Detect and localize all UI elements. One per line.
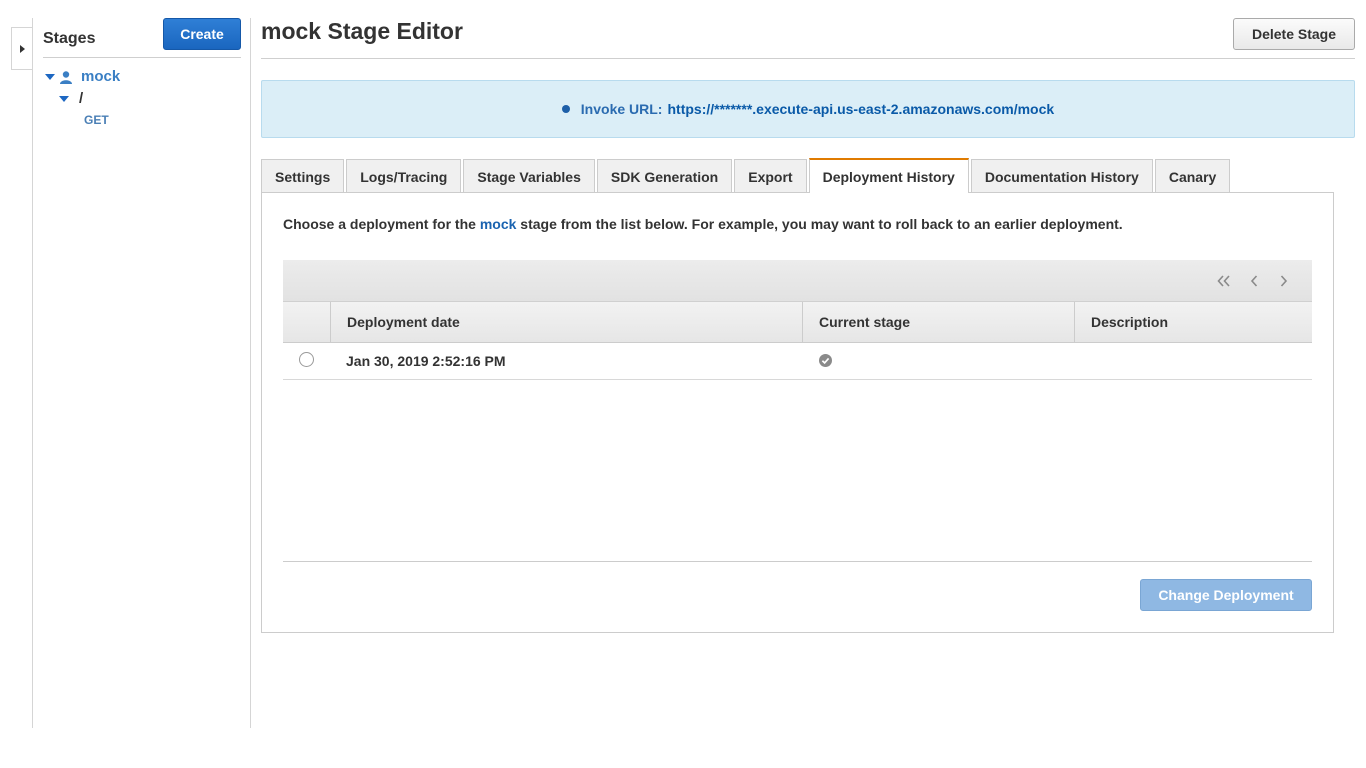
delete-stage-button[interactable]: Delete Stage [1233,18,1355,50]
table-header: Deployment date Current stage Descriptio… [283,302,1312,343]
bullet-icon [561,105,570,113]
stage-icon [60,70,72,84]
column-deployment-date[interactable]: Deployment date [330,302,802,342]
tree-item-stage[interactable]: mock [45,68,120,85]
tab-stage-variables[interactable]: Stage Variables [463,159,595,193]
stages-sidebar: Stages Create mock / GET [32,18,251,728]
tab-export[interactable]: Export [734,159,807,193]
tab-documentation-history[interactable]: Documentation History [970,159,1153,193]
sidebar-header: Stages Create [43,18,241,58]
tab-logs-tracing[interactable]: Logs/Tracing [346,159,462,193]
intro-stage-name: mock [479,216,517,232]
deployment-history-panel: Choose a deployment for the mock stage f… [261,192,1334,633]
deployments-table: Deployment date Current stage Descriptio… [283,260,1312,562]
invoke-url-link[interactable]: https://*******.execute-api.us-east-2.am… [667,101,1054,117]
tree-method-label[interactable]: GET [84,113,109,127]
sidebar-toggle[interactable] [11,27,33,70]
title-divider [261,58,1355,59]
stage-tabs: Settings Logs/Tracing Stage Variables SD… [261,158,1232,193]
intro-prefix: Choose a deployment for the [283,216,480,232]
tree-item-resource[interactable]: / [59,90,83,107]
deployment-date-cell: Jan 30, 2019 2:52:16 PM [346,353,506,369]
column-description[interactable]: Description [1074,302,1312,342]
previous-page-icon[interactable] [1246,272,1262,290]
caret-down-icon[interactable] [59,95,69,102]
tree-item-method[interactable]: GET [84,113,109,127]
intro-suffix: stage from the list below. For example, … [516,216,1123,232]
select-column-header [283,302,330,342]
tab-deployment-history[interactable]: Deployment History [808,158,969,193]
invoke-url-banner: Invoke URL: https://*******.execute-api.… [261,80,1355,138]
tree-resource-label[interactable]: / [79,90,83,107]
tab-canary[interactable]: Canary [1154,159,1231,193]
sidebar-title: Stages [43,30,96,47]
pagination [1216,272,1292,290]
page-title: mock Stage Editor [261,18,463,44]
deployment-radio[interactable] [299,352,314,367]
table-toolbar [283,260,1312,302]
caret-down-icon[interactable] [45,73,55,80]
tab-sdk-generation[interactable]: SDK Generation [596,159,733,193]
invoke-url-label: Invoke URL: [580,101,663,117]
panel-intro: Choose a deployment for the mock stage f… [283,216,1123,232]
tree-stage-label[interactable]: mock [81,68,120,85]
table-row[interactable]: Jan 30, 2019 2:52:16 PM [283,343,1312,380]
next-page-icon[interactable] [1276,272,1292,290]
column-current-stage[interactable]: Current stage [802,302,1074,342]
tab-settings[interactable]: Settings [261,159,345,193]
chevron-right-icon [20,44,25,53]
change-deployment-button[interactable]: Change Deployment [1140,579,1312,611]
check-circle-icon [819,354,832,367]
create-button[interactable]: Create [163,18,241,50]
first-page-icon[interactable] [1216,272,1232,290]
